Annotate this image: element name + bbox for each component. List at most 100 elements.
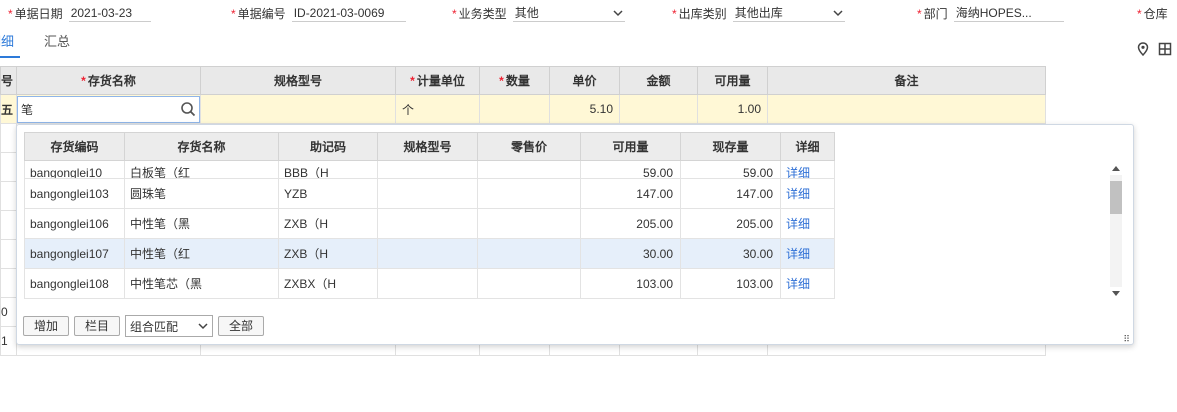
col-header-price: 单价 — [549, 66, 620, 95]
item-available: 59.00 — [580, 160, 681, 179]
item-available: 147.00 — [580, 178, 681, 209]
name-input[interactable]: 笔 — [17, 95, 200, 123]
doc-no-input[interactable]: ID-2021-03-0069 — [291, 4, 406, 22]
all-button[interactable]: 全部 — [218, 316, 265, 336]
item-spec — [377, 268, 478, 299]
table-row[interactable]: bangonglei106 中性笔（黑 ZXB（H 205.00 205.00 … — [24, 208, 835, 239]
col-header-amount: 金额 — [619, 66, 698, 95]
item-name: 中性笔芯（黑 — [124, 268, 279, 299]
match-mode-select[interactable]: 组合匹配 — [125, 315, 214, 337]
lookup-col-available: 可用量 — [580, 132, 681, 161]
item-code: bangonglei10 — [24, 160, 125, 179]
row-number — [0, 210, 17, 240]
doc-no-label: * 单据编号 — [231, 6, 286, 21]
chevron-down-icon — [613, 9, 623, 16]
table-row[interactable]: bangonglei103 圆珠笔 YZB 147.00 147.00 详细 — [24, 178, 835, 209]
item-detail-link[interactable]: 详细 — [780, 268, 835, 299]
lookup-header-row: 存货编码 存货名称 助记码 规格型号 零售价 可用量 现存量 详细 — [24, 132, 835, 161]
out-type-field[interactable]: * 出库类别 其他出库 — [672, 0, 845, 26]
lookup-col-spec: 规格型号 — [377, 132, 478, 161]
out-type-select[interactable]: 其他出库 — [732, 4, 845, 22]
doc-date-field[interactable]: * 单据日期 2021-03-23 — [8, 0, 151, 26]
scrollbar-thumb[interactable] — [1110, 181, 1122, 214]
name-input-value: 笔 — [21, 102, 34, 117]
tab-summary[interactable]: 汇总 — [20, 28, 80, 58]
price-cell[interactable]: 5.10 — [549, 94, 620, 124]
lookup-col-name: 存货名称 — [124, 132, 279, 161]
columns-button[interactable]: 栏目 — [74, 316, 121, 336]
row-number: 五 — [0, 94, 17, 124]
resize-grip-icon[interactable]: ⠿ — [1123, 335, 1130, 344]
item-detail-link[interactable]: 详细 — [780, 160, 835, 179]
item-retail — [477, 178, 581, 209]
item-detail-link[interactable]: 详细 — [780, 178, 835, 209]
dept-field[interactable]: * 部门 海纳HOPES... — [917, 0, 1064, 26]
amount-cell[interactable] — [619, 94, 698, 124]
row-number: 1 — [0, 326, 17, 356]
qty-cell[interactable] — [479, 94, 550, 124]
col-header-row-no: 号 — [0, 66, 17, 95]
tab-bar: 明细 汇总 — [0, 28, 80, 58]
item-stock: 147.00 — [680, 178, 781, 209]
row-number — [0, 123, 17, 153]
item-stock: 59.00 — [680, 160, 781, 179]
item-mnemonic: ZXB（H — [278, 238, 378, 269]
biz-type-value: 其他 — [514, 5, 539, 20]
table-row[interactable]: bangonglei107 中性笔（红 ZXB（H 30.00 30.00 详细 — [24, 238, 835, 269]
item-mnemonic: ZXBX（H — [278, 268, 378, 299]
doc-no-field[interactable]: * 单据编号 ID-2021-03-0069 — [231, 0, 406, 26]
unit-cell[interactable]: 个 — [395, 94, 480, 124]
item-available: 205.00 — [580, 208, 681, 239]
item-detail-link[interactable]: 详细 — [780, 238, 835, 269]
item-retail — [477, 238, 581, 269]
lookup-col-mnemonic: 助记码 — [278, 132, 378, 161]
item-stock: 205.00 — [680, 208, 781, 239]
col-header-available: 可用量 — [697, 66, 768, 95]
scroll-up-arrow-icon[interactable] — [1112, 166, 1120, 171]
dept-label: * 部门 — [917, 6, 948, 21]
tab-detail[interactable]: 明细 — [0, 28, 21, 58]
item-mnemonic: YZB — [278, 178, 378, 209]
row-number — [0, 181, 17, 211]
out-type-value: 其他出库 — [734, 5, 783, 20]
item-stock: 103.00 — [680, 268, 781, 299]
available-cell: 1.00 — [697, 94, 768, 124]
layout-grid-icon[interactable] — [1158, 42, 1172, 56]
lookup-col-stock: 现存量 — [680, 132, 781, 161]
item-retail — [477, 208, 581, 239]
item-code: bangonglei108 — [24, 268, 125, 299]
spec-cell[interactable] — [200, 94, 396, 124]
location-pin-icon[interactable] — [1136, 42, 1150, 56]
table-row: 五 笔 个 5.10 1.00 — [0, 94, 1046, 124]
item-available: 30.00 — [580, 238, 681, 269]
item-detail-link[interactable]: 详细 — [780, 208, 835, 239]
scroll-down-arrow-icon[interactable] — [1112, 291, 1120, 296]
item-name: 白板笔（红 — [124, 160, 279, 179]
col-header-remark: 备注 — [767, 66, 1046, 95]
chevron-down-icon — [198, 323, 208, 330]
item-name: 圆珠笔 — [124, 178, 279, 209]
chevron-down-icon — [833, 9, 843, 16]
item-retail — [477, 268, 581, 299]
lookup-col-code: 存货编码 — [24, 132, 125, 161]
lookup-footer: 增加 栏目 组合匹配 全部 — [23, 315, 265, 337]
search-icon[interactable] — [180, 101, 196, 117]
lookup-table: 存货编码 存货名称 助记码 规格型号 零售价 可用量 现存量 详细 bangon… — [24, 132, 835, 299]
dept-input[interactable]: 海纳HOPES... — [953, 4, 1064, 22]
biz-type-select[interactable]: 其他 — [512, 4, 625, 22]
row-number: 0 — [0, 297, 17, 327]
biz-type-field[interactable]: * 业务类型 其他 — [452, 0, 625, 26]
inventory-lookup-popup: 存货编码 存货名称 助记码 规格型号 零售价 可用量 现存量 详细 bangon… — [16, 124, 1134, 345]
warehouse-field[interactable]: * 仓库 — [1137, 0, 1174, 26]
item-spec — [377, 208, 478, 239]
doc-date-input[interactable]: 2021-03-23 — [68, 4, 151, 22]
name-cell[interactable]: 笔 — [16, 94, 201, 124]
table-row[interactable]: bangonglei10 白板笔（红 BBB（H 59.00 59.00 详细 — [24, 160, 835, 179]
item-code: bangonglei103 — [24, 178, 125, 209]
add-button[interactable]: 增加 — [23, 316, 70, 336]
remark-cell[interactable] — [767, 94, 1046, 124]
vertical-scrollbar[interactable] — [1108, 163, 1122, 299]
table-row[interactable]: bangonglei108 中性笔芯（黑 ZXBX（H 103.00 103.0… — [24, 268, 835, 299]
item-code: bangonglei106 — [24, 208, 125, 239]
item-spec — [377, 160, 478, 179]
